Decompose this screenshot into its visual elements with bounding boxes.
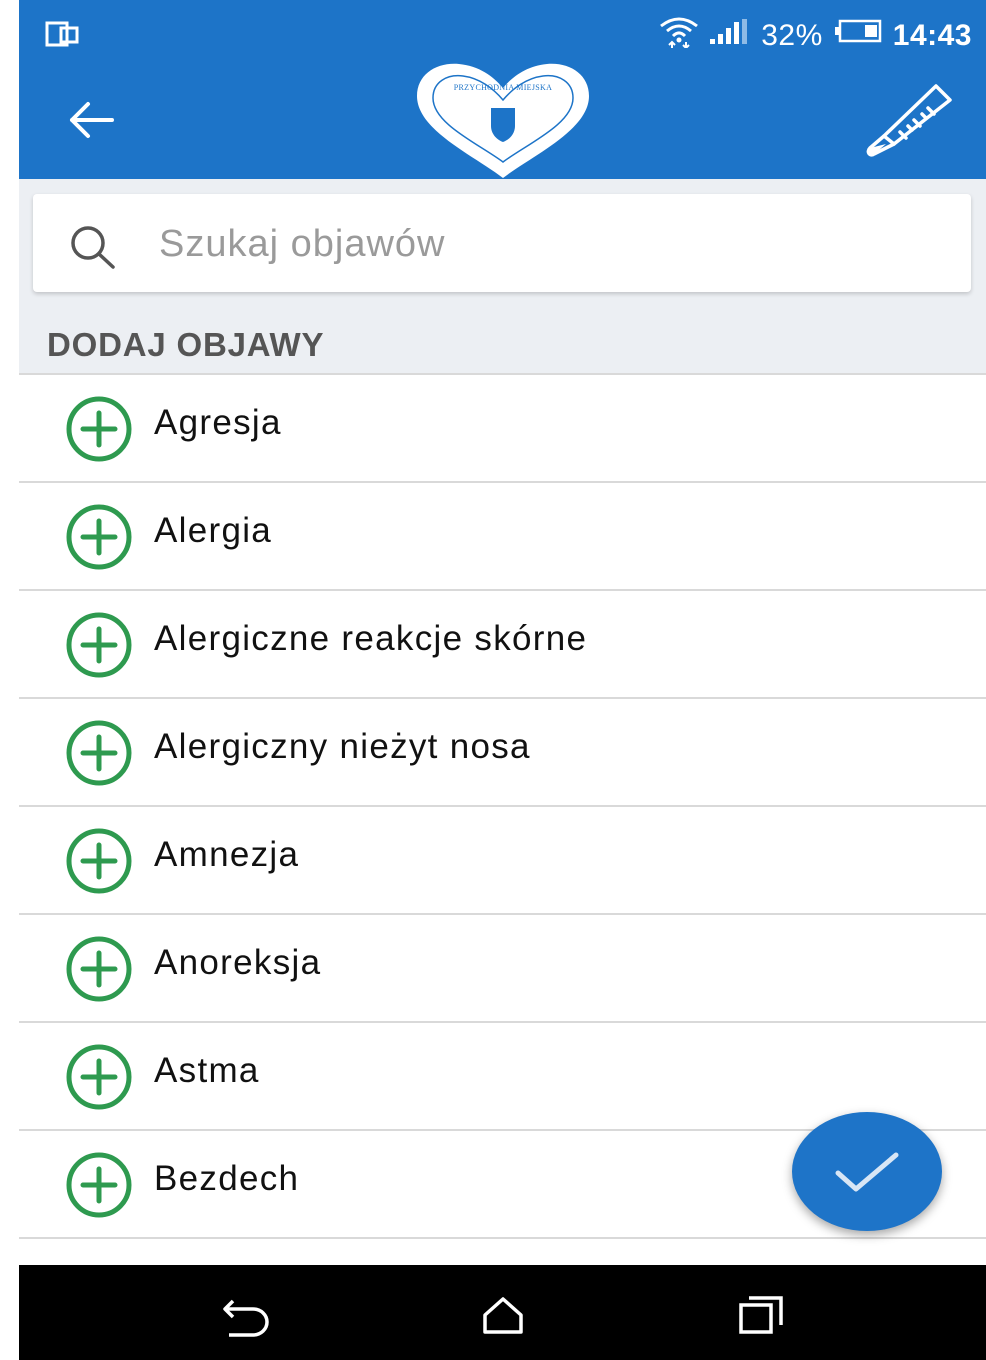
nav-recents-icon [739,1296,783,1334]
add-circle-icon[interactable] [65,395,133,463]
app-header: 32% 14:43 PRZYCHODNIA MIEJSKA [19,0,986,179]
search-bar[interactable] [33,194,971,294]
thermometer-button[interactable] [858,82,954,158]
add-circle-icon[interactable] [65,1151,133,1219]
system-nav-bar [19,1265,986,1360]
add-circle-icon[interactable] [65,935,133,1003]
symptom-item[interactable]: Alergiczny nieżyt nosa [19,699,986,807]
back-arrow-icon [70,102,114,138]
symptom-label: Alergiczny nieżyt nosa [154,727,531,766]
add-circle-icon[interactable] [65,611,133,679]
wifi-icon [659,16,699,56]
check-icon [835,1152,899,1191]
status-indicators: 32% 14:43 [659,16,972,56]
symptom-list: Agresja Alergia Alergiczne reakcje skórn… [19,373,986,1239]
thermometer-icon [866,84,952,157]
symptom-label: Alergiczne reakcje skórne [154,619,588,658]
nav-home-button[interactable] [473,1287,533,1343]
add-circle-icon[interactable] [65,827,133,895]
clinic-logo: PRZYCHODNIA MIEJSKA [413,60,593,182]
toolbar: PRZYCHODNIA MIEJSKA [19,60,986,179]
symptom-item[interactable]: Amnezja [19,807,986,915]
search-input[interactable] [157,194,941,294]
symptom-item[interactable]: Alergia [19,483,986,591]
clock: 14:43 [892,19,972,52]
battery-percent: 32% [761,19,823,52]
symptom-label: Amnezja [154,835,300,874]
add-circle-icon[interactable] [65,719,133,787]
nav-recents-button[interactable] [731,1287,791,1343]
signal-icon [709,19,751,53]
symptom-item[interactable]: Anoreksja [19,915,986,1023]
logo-text: PRZYCHODNIA MIEJSKA [453,83,553,92]
symptom-item[interactable]: Alergiczne reakcje skórne [19,591,986,699]
nav-back-icon [223,1299,269,1337]
nav-home-icon [483,1297,523,1334]
status-bar: 32% 14:43 [19,8,986,62]
symptom-label: Bezdech [154,1159,300,1198]
confirm-fab-button[interactable] [792,1112,942,1231]
symptom-label: Agresja [154,403,282,442]
section-title: DODAJ OBJAWY [47,326,325,363]
search-section: DODAJ OBJAWY [19,179,986,373]
symptom-label: Anoreksja [154,943,322,982]
battery-icon [833,19,883,53]
add-circle-icon[interactable] [65,503,133,571]
add-circle-icon[interactable] [65,1043,133,1111]
nav-back-button[interactable] [215,1287,275,1343]
heart-logo-icon [417,63,589,178]
symptom-item[interactable]: Agresja [19,375,986,483]
symptom-label: Alergia [154,511,273,550]
app-screen: 32% 14:43 PRZYCHODNIA MIEJSKA Szukaj obj… [19,0,986,1360]
dual-screen-icon [45,21,81,52]
back-button[interactable] [61,90,121,150]
search-icon [67,223,119,274]
symptom-label: Astma [154,1051,260,1090]
